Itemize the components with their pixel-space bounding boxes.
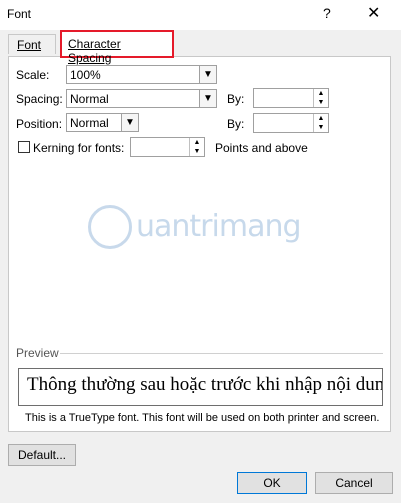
spacing-label: Spacing: — [16, 92, 63, 106]
chevron-down-icon[interactable]: ▼ — [199, 90, 216, 107]
tab-font[interactable]: Font — [8, 34, 56, 54]
spin-up-icon[interactable]: ▲ — [314, 89, 328, 98]
spacing-by-spinner[interactable]: ▲ ▼ — [253, 88, 329, 108]
kerning-suffix: Points and above — [215, 141, 308, 155]
scale-label: Scale: — [16, 68, 50, 82]
chevron-down-icon[interactable]: ▼ — [199, 66, 216, 83]
tab-character-spacing[interactable]: Character Spacing — [60, 30, 174, 65]
spacing-by-label: By: — [227, 92, 245, 106]
lightbulb-icon — [88, 205, 132, 249]
ok-button[interactable]: OK — [237, 472, 307, 494]
spin-up-icon[interactable]: ▲ — [314, 114, 328, 123]
position-by-label: By: — [227, 117, 245, 131]
position-by-spinner[interactable]: ▲ ▼ — [253, 113, 329, 133]
position-label: Position: — [16, 117, 63, 131]
spin-up-icon[interactable]: ▲ — [190, 138, 204, 147]
scale-value: 100% — [70, 68, 101, 82]
watermark: uantrimang — [88, 205, 318, 249]
spin-down-icon[interactable]: ▼ — [314, 123, 328, 132]
spacing-value: Normal — [70, 92, 109, 106]
chevron-down-icon[interactable]: ▼ — [121, 114, 138, 131]
preview-text: Thông thường sau hoặc trước khi nhập nội… — [27, 374, 383, 395]
cancel-button[interactable]: Cancel — [315, 472, 393, 494]
preview-label: Preview — [16, 346, 59, 360]
spacing-dropdown[interactable]: Normal ▼ — [66, 89, 217, 108]
help-button[interactable]: ? — [323, 5, 331, 21]
position-value: Normal — [70, 116, 109, 130]
watermark-text: uantrimang — [136, 209, 302, 244]
window-title: Font — [7, 7, 32, 21]
spin-down-icon[interactable]: ▼ — [190, 147, 204, 156]
position-dropdown[interactable]: Normal ▼ — [66, 113, 139, 132]
default-button[interactable]: Default... — [8, 444, 76, 466]
font-note: This is a TrueType font. This font will … — [25, 412, 380, 424]
kerning-label: Kerning for fonts: — [33, 141, 125, 155]
scale-dropdown[interactable]: 100% ▼ — [66, 65, 217, 84]
preview-divider — [60, 353, 383, 354]
close-button[interactable]: ✕ — [367, 3, 380, 23]
title-bar: Font ? ✕ — [0, 0, 401, 30]
tab-font-label: Font — [17, 38, 42, 52]
kerning-checkbox[interactable] — [18, 141, 30, 153]
spin-down-icon[interactable]: ▼ — [314, 98, 328, 107]
preview-box: Thông thường sau hoặc trước khi nhập nội… — [18, 368, 383, 406]
kerning-spinner[interactable]: ▲ ▼ — [130, 137, 205, 157]
